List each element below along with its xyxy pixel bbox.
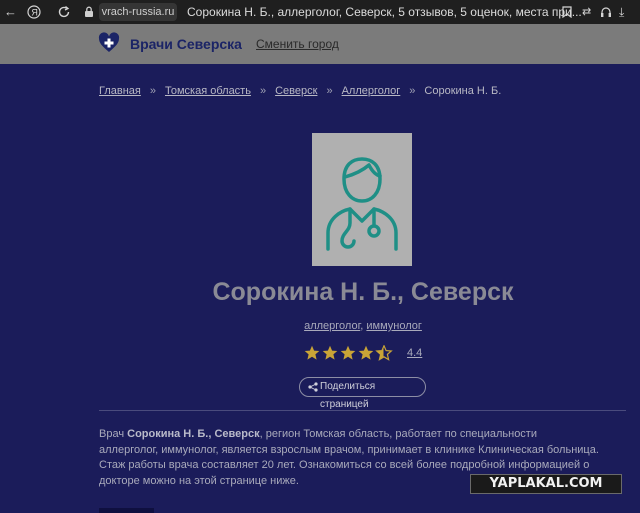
bookmark-icon[interactable] xyxy=(562,0,572,24)
heart-cross-icon[interactable] xyxy=(98,32,120,54)
browser-toolbar: ← Я vrach-russia.ru Сорокина Н. Б., алле… xyxy=(0,0,640,24)
doctor-photo xyxy=(312,133,412,266)
description-doctor-name: Сорокина Н. Б., Северск xyxy=(127,428,260,440)
rating-value[interactable]: 4.4 xyxy=(407,347,422,359)
svg-text:Я: Я xyxy=(31,7,38,17)
share-page-button[interactable]: Поделиться страницей xyxy=(299,377,426,410)
star-icon xyxy=(322,345,338,360)
doctor-specialties: аллерголог, иммунолог xyxy=(0,320,640,332)
breadcrumb-specialty[interactable]: Аллерголог xyxy=(342,85,401,97)
doctor-name-heading: Сорокина Н. Б., Северск xyxy=(212,278,514,306)
breadcrumb-separator: » xyxy=(149,85,156,97)
specialty-link-immunologist[interactable]: иммунолог xyxy=(366,320,422,332)
breadcrumb-city[interactable]: Северск xyxy=(275,85,317,97)
description-intro: Врач xyxy=(99,428,128,440)
breadcrumb-separator: » xyxy=(259,85,267,97)
watermark-logo: YAPLAKAL.COM xyxy=(470,474,622,494)
star-icon xyxy=(304,345,320,360)
tab-title: Сорокина Н. Б., аллерголог, Северск, 5 о… xyxy=(187,5,582,19)
download-icon[interactable]: ⤓ xyxy=(619,0,624,24)
address-bar[interactable]: vrach-russia.ru xyxy=(99,3,177,21)
breadcrumb-separator: » xyxy=(409,85,416,97)
arrow-left-icon[interactable]: ← xyxy=(4,0,17,24)
rating-stars xyxy=(304,345,393,361)
translate-icon[interactable]: ⇄ xyxy=(582,0,591,24)
lock-icon xyxy=(84,0,94,24)
bottom-block xyxy=(99,508,154,513)
specialty-link-allergologist[interactable]: аллерголог xyxy=(304,320,360,332)
breadcrumb-separator: » xyxy=(326,85,333,97)
star-half-icon xyxy=(375,345,393,361)
star-icon xyxy=(358,345,374,360)
share-icon xyxy=(308,382,318,392)
section-divider xyxy=(99,410,626,411)
change-city-link[interactable]: Сменить город xyxy=(256,37,339,51)
reload-icon[interactable] xyxy=(57,0,71,24)
breadcrumb-home[interactable]: Главная xyxy=(99,85,141,97)
breadcrumb: Главная » Томская область » Северск » Аллергол… xyxy=(99,85,501,97)
doctor-avatar-icon xyxy=(326,157,398,251)
breadcrumb-current: Сорокина Н. Б. xyxy=(424,85,502,97)
site-logo-text[interactable]: Врачи Северска xyxy=(130,36,242,52)
yandex-icon[interactable]: Я xyxy=(27,0,41,24)
share-label: Поделиться страницей xyxy=(320,381,376,410)
star-icon xyxy=(340,345,356,360)
headphones-icon[interactable] xyxy=(600,0,612,24)
breadcrumb-region[interactable]: Томская область xyxy=(165,85,251,97)
